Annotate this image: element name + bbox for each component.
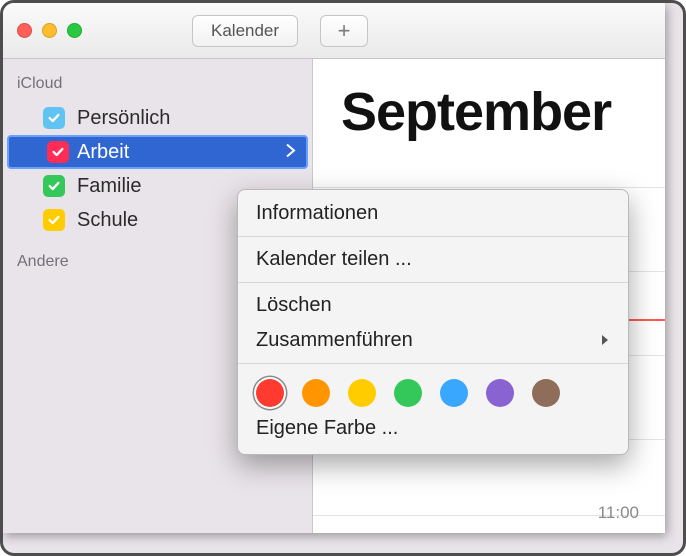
maximize-window-button[interactable] (67, 23, 82, 38)
close-window-button[interactable] (17, 23, 32, 38)
calendar-item-work[interactable]: Arbeit (7, 135, 308, 169)
color-swatch-5[interactable] (486, 379, 514, 407)
window-controls (17, 23, 82, 38)
add-event-button[interactable]: + (320, 15, 368, 47)
plus-icon: + (338, 18, 351, 44)
menu-separator (238, 363, 628, 364)
titlebar: Kalender + (3, 3, 665, 59)
calendar-checkbox[interactable] (47, 141, 69, 163)
calendar-item-personal[interactable]: Persönlich (3, 101, 312, 135)
app-window: Kalender + iCloud Persönlich Arbeit (3, 3, 665, 533)
color-swatch-6[interactable] (532, 379, 560, 407)
menu-item-share[interactable]: Kalender teilen ... (238, 242, 628, 277)
color-swatch-2[interactable] (348, 379, 376, 407)
time-label: 11:00 (598, 503, 639, 523)
calendar-label: Persönlich (77, 107, 170, 130)
minimize-window-button[interactable] (42, 23, 57, 38)
calendar-label: Schule (77, 209, 138, 232)
toolbar-app-title-button[interactable]: Kalender (192, 15, 298, 47)
color-swatch-1[interactable] (302, 379, 330, 407)
menu-item-delete[interactable]: Löschen (238, 288, 628, 323)
menu-color-row (238, 369, 628, 411)
menu-item-custom-color[interactable]: Eigene Farbe ... (238, 411, 628, 446)
grid-line (313, 187, 665, 188)
submenu-chevron-icon (601, 333, 610, 349)
calendar-label: Arbeit (77, 141, 129, 164)
color-swatch-0[interactable] (256, 379, 284, 407)
menu-separator (238, 282, 628, 283)
color-swatch-3[interactable] (394, 379, 422, 407)
calendar-label: Familie (77, 175, 141, 198)
calendar-checkbox[interactable] (43, 175, 65, 197)
screenshot-frame: Kalender + iCloud Persönlich Arbeit (0, 0, 686, 556)
menu-separator (238, 236, 628, 237)
month-title: September (341, 81, 611, 143)
calendar-checkbox[interactable] (43, 107, 65, 129)
color-swatch-4[interactable] (440, 379, 468, 407)
menu-item-merge[interactable]: Zusammenführen (238, 323, 628, 358)
context-menu: Informationen Kalender teilen ... Lösche… (237, 189, 629, 455)
chevron-right-icon (286, 141, 296, 164)
calendar-checkbox[interactable] (43, 209, 65, 231)
sidebar-section-header-icloud: iCloud (3, 69, 312, 101)
menu-item-info[interactable]: Informationen (238, 196, 628, 231)
